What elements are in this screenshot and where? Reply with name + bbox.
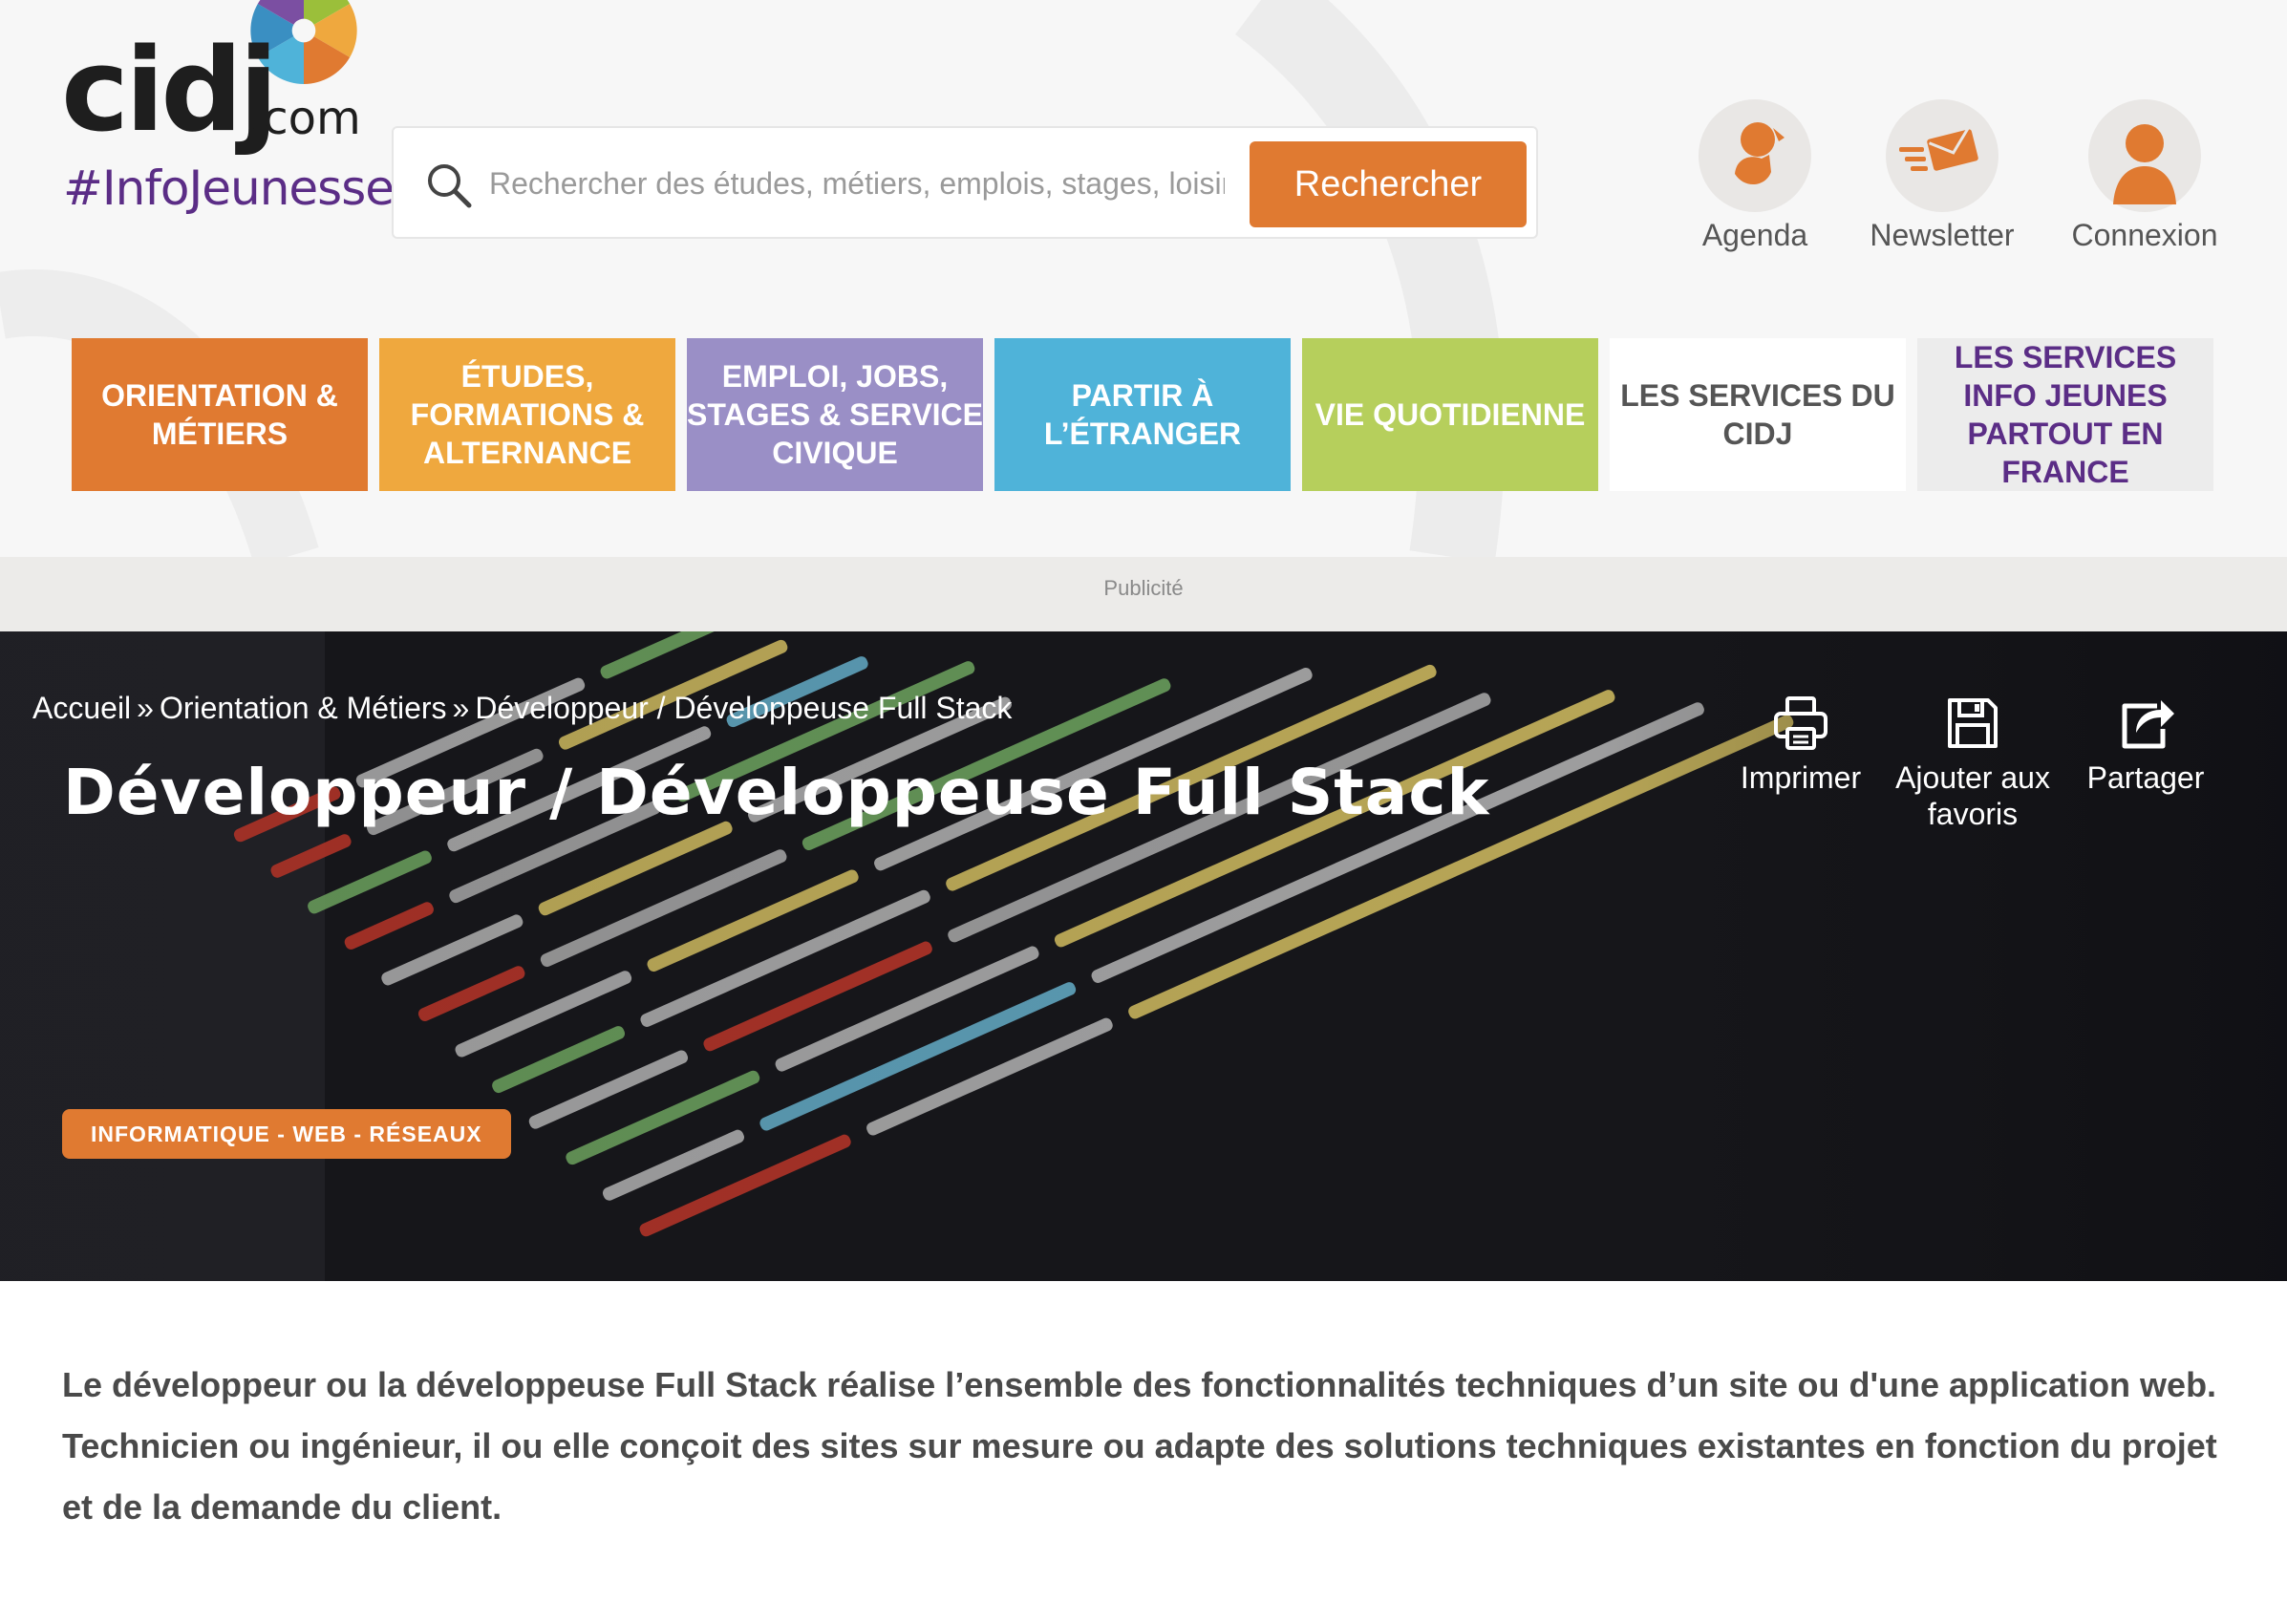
site-header: cidj .com #InfoJeunesse Rechercher Agend… [0, 0, 2287, 557]
newsletter-link[interactable]: Newsletter [1851, 99, 2033, 252]
nav-item-vie-quotidienne[interactable]: VIE QUOTIDIENNE [1302, 338, 1598, 491]
print-label: Imprimer [1740, 760, 1862, 795]
nav-item-services-info-jeunes[interactable]: LES SERVICES INFO JEUNES PARTOUT EN FRAN… [1917, 338, 2213, 491]
connexion-link[interactable]: Connexion [2054, 99, 2235, 252]
agenda-icon [1735, 122, 1785, 185]
page-title: Développeur / Développeuse Full Stack [63, 756, 1490, 829]
nav-item-orientation[interactable]: ORIENTATION & MÉTIERS [72, 338, 368, 491]
search-icon [428, 164, 472, 208]
search-button[interactable]: Rechercher [1250, 141, 1527, 227]
logo-brand: cidj [61, 25, 278, 158]
logo-tagline: #InfoJeunesse [63, 160, 395, 216]
breadcrumb-home[interactable]: Accueil [32, 691, 131, 725]
nav-item-etranger[interactable]: PARTIR À L’ÉTRANGER [994, 338, 1291, 491]
nav-item-services-cidj[interactable]: LES SERVICES DU CIDJ [1610, 338, 1906, 491]
category-badge[interactable]: INFORMATIQUE - WEB - RÉSEAUX [62, 1109, 511, 1159]
save-icon [1948, 698, 1998, 748]
logo-domain: .com [248, 92, 361, 145]
print-icon [1774, 696, 1827, 750]
ad-banner: Publicité [0, 557, 2287, 631]
search-bar: Rechercher [392, 126, 1538, 239]
favorites-button[interactable]: Ajouter aux favoris [1892, 694, 2054, 832]
favorites-label: Ajouter aux favoris [1895, 760, 2050, 831]
nav-item-emploi[interactable]: EMPLOI, JOBS, STAGES & SERVICE CIVIQUE [687, 338, 983, 491]
newsletter-label: Newsletter [1870, 218, 2015, 252]
breadcrumb: Accueil» Orientation & Métiers» Développeu… [32, 691, 1012, 726]
newsletter-icon [1899, 126, 1978, 171]
breadcrumb-current: Développeur / Développeuse Full Stack [475, 691, 1013, 725]
user-icon [2113, 124, 2176, 204]
agenda-label: Agenda [1701, 218, 1808, 252]
ad-label: Publicité [1103, 576, 1184, 600]
share-button[interactable]: Partager [2079, 694, 2212, 796]
breadcrumb-separator: » [452, 691, 470, 725]
connexion-label: Connexion [2071, 218, 2218, 252]
breadcrumb-separator: » [137, 691, 154, 725]
intro-paragraph: Le développeur ou la développeuse Full S… [62, 1365, 2217, 1527]
share-icon [2122, 700, 2174, 749]
hero-banner: Accueil» Orientation & Métiers» Développeu… [0, 631, 2287, 1281]
search-input[interactable] [489, 155, 1225, 212]
nav-item-etudes[interactable]: ÉTUDES, FORMATIONS & ALTERNANCE [379, 338, 675, 491]
print-button[interactable]: Imprimer [1734, 694, 1868, 796]
agenda-link[interactable]: Agenda [1664, 99, 1846, 252]
cidj-logo[interactable]: cidj .com #InfoJeunesse [59, 0, 395, 220]
share-label: Partager [2086, 760, 2205, 795]
breadcrumb-orientation[interactable]: Orientation & Métiers [160, 691, 447, 725]
